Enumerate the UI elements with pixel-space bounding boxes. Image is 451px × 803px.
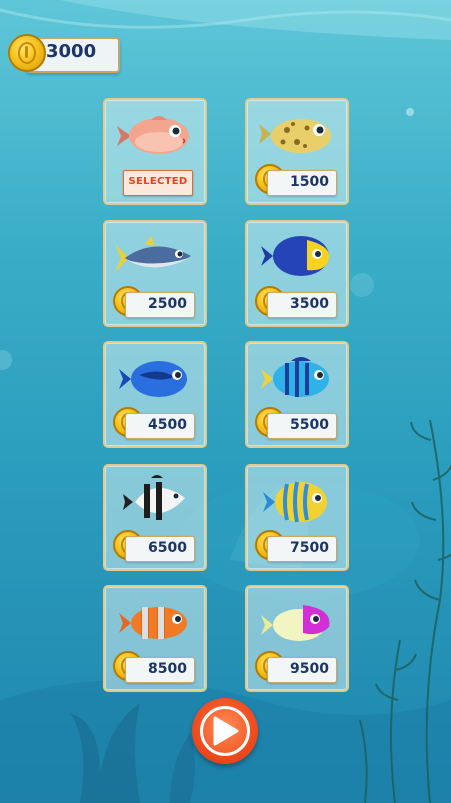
pink-puffer-fish-icon (117, 116, 189, 154)
blue-tang-fish-icon (119, 361, 187, 397)
fish-card-blue-yellow-tang[interactable]: 3500 (245, 220, 349, 327)
fish-card-striped-blue[interactable]: 5500 (245, 341, 349, 448)
striped-blue-fish-icon (261, 357, 329, 397)
fish-card-moorish-idol[interactable]: 6500 (103, 464, 207, 571)
play-button[interactable] (192, 698, 258, 764)
price-tag: 2500 (125, 292, 195, 318)
price-value: 1500 (290, 174, 329, 190)
price-tag: 5500 (267, 413, 337, 439)
play-icon (213, 716, 239, 746)
price-value: 8500 (148, 661, 187, 677)
coin-balance: 3000 (8, 34, 120, 73)
selected-badge: SELECTED (123, 170, 193, 196)
fish-card-magenta[interactable]: 9500 (245, 585, 349, 692)
magenta-fish-icon (261, 605, 330, 641)
selected-label: SELECTED (128, 176, 188, 187)
price-value: 2500 (148, 296, 187, 312)
price-tag: 6500 (125, 536, 195, 562)
clownfish-icon (119, 607, 187, 639)
price-tag: 8500 (125, 657, 195, 683)
coin-balance-value: 3000 (46, 41, 97, 62)
price-value: 3500 (290, 296, 329, 312)
fish-card-tuna[interactable]: 2500 (103, 220, 207, 327)
fish-card-blue-tang[interactable]: 4500 (103, 341, 207, 448)
fish-card-spotted-boxfish[interactable]: 1500 (245, 98, 349, 205)
price-value: 6500 (148, 540, 187, 556)
coin-icon (8, 34, 46, 72)
blue-yellow-tang-fish-icon (261, 236, 330, 276)
fish-card-pink-puffer[interactable]: SELECTED (103, 98, 207, 205)
price-value: 4500 (148, 417, 187, 433)
price-tag: 9500 (267, 657, 337, 683)
price-value: 9500 (290, 661, 329, 677)
tuna-fish-icon (115, 236, 191, 272)
fish-card-clownfish[interactable]: 8500 (103, 585, 207, 692)
moorish-idol-fish-icon (123, 475, 185, 520)
price-tag: 4500 (125, 413, 195, 439)
price-tag: 1500 (267, 170, 337, 196)
striped-angelfish-icon (263, 481, 327, 523)
fish-card-striped-angelfish[interactable]: 7500 (245, 464, 349, 571)
spotted-boxfish-icon (259, 119, 331, 153)
price-tag: 3500 (267, 292, 337, 318)
price-value: 7500 (290, 540, 329, 556)
ocean-background (0, 0, 451, 803)
price-value: 5500 (290, 417, 329, 433)
price-tag: 7500 (267, 536, 337, 562)
